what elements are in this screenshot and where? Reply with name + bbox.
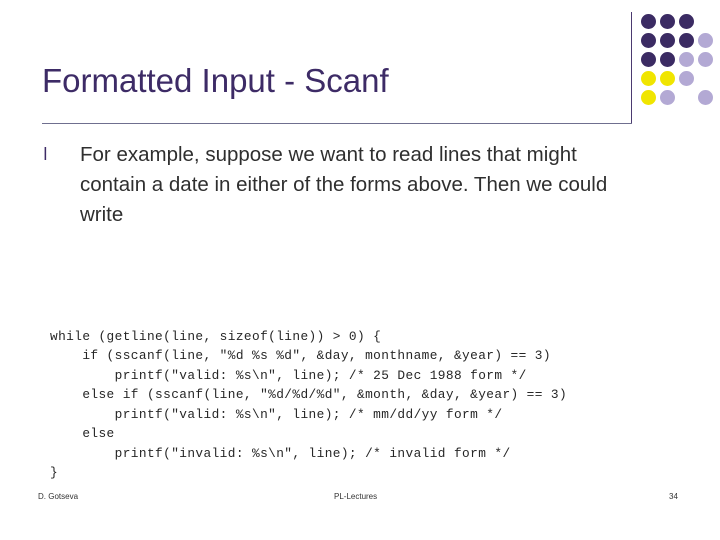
footer-course: PL-Lectures — [334, 492, 378, 501]
vertical-divider — [631, 12, 632, 124]
decorative-dot — [641, 52, 656, 67]
code-sample: while (getline(line, sizeof(line)) > 0) … — [50, 328, 568, 481]
decorative-dot — [660, 52, 675, 67]
decorative-dot — [679, 52, 694, 67]
decorative-dot — [698, 33, 713, 48]
decorative-dot — [679, 33, 694, 48]
decorative-dot — [641, 33, 656, 48]
decorative-dot — [660, 33, 675, 48]
decorative-dot — [660, 71, 675, 86]
bullet-item: l For example, suppose we want to read l… — [42, 140, 642, 230]
footer-author: D. Gotseva — [38, 492, 79, 501]
slide-canvas: Formatted Input - Scanf l For example, s… — [0, 0, 720, 540]
decorative-dot — [679, 14, 694, 29]
page-title: Formatted Input - Scanf — [42, 62, 389, 99]
bullet-marker-icon: l — [43, 145, 48, 165]
decorative-dot — [660, 90, 675, 105]
title-underline — [42, 123, 632, 124]
slide-footer: D. Gotseva PL-Lectures 34 — [0, 492, 720, 510]
decorative-dot — [660, 14, 675, 29]
decorative-dot-grid — [641, 14, 713, 105]
decorative-dot — [641, 71, 656, 86]
decorative-dot — [641, 90, 656, 105]
decorative-dot — [679, 71, 694, 86]
bullet-text: For example, suppose we want to read lin… — [80, 143, 608, 226]
decorative-dot — [698, 52, 713, 67]
decorative-dot — [641, 14, 656, 29]
footer-page-number: 34 — [669, 492, 678, 501]
decorative-dot — [698, 90, 713, 105]
